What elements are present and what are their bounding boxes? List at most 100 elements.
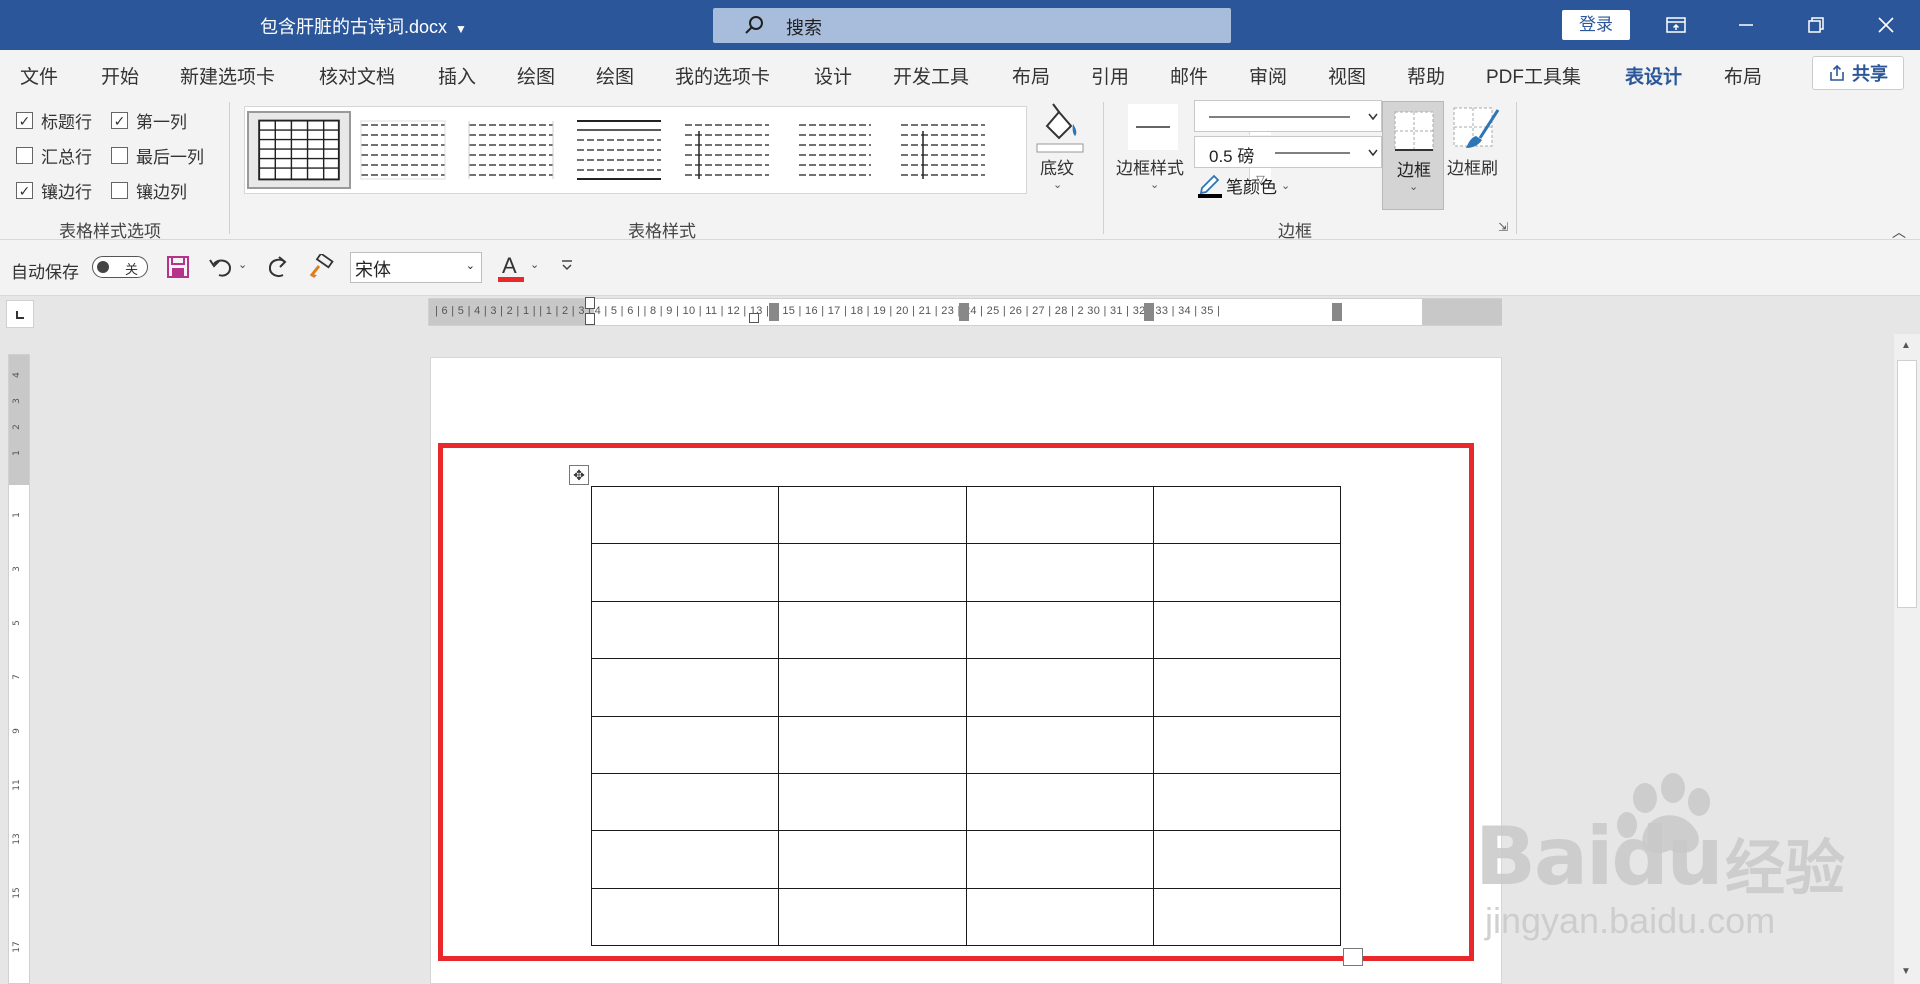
table-style-5[interactable] (677, 111, 777, 189)
tab-new-tab[interactable]: 新建选项卡 (180, 62, 275, 89)
table-cell[interactable] (590, 485, 780, 545)
line-weight-dropdown[interactable]: 0.5 磅 (1194, 136, 1382, 168)
table-cell[interactable] (590, 600, 780, 660)
login-button[interactable]: 登录 (1562, 10, 1630, 40)
table-cell[interactable] (1152, 830, 1342, 889)
tab-table-layout[interactable]: 布局 (1724, 62, 1762, 89)
line-style-dropdown[interactable] (1194, 100, 1382, 132)
table-cell[interactable] (965, 830, 1154, 889)
total-row-checkbox[interactable]: 汇总行 (16, 143, 92, 168)
table-cell[interactable] (1152, 600, 1342, 660)
table-cell[interactable] (590, 830, 780, 889)
tab-insert[interactable]: 插入 (438, 62, 476, 89)
chevron-down-icon[interactable]: ⌄ (238, 258, 247, 271)
table-cell[interactable] (778, 543, 967, 602)
table-style-grid-selected[interactable] (247, 111, 351, 189)
font-color-icon[interactable]: A (498, 252, 524, 289)
table-cell[interactable] (1152, 772, 1342, 832)
table-styles-gallery[interactable]: ▲ ▼ ▽ (244, 106, 1271, 194)
table-cell[interactable] (778, 485, 967, 545)
format-painter-icon[interactable] (308, 252, 334, 285)
table-cell[interactable] (590, 887, 780, 947)
horizontal-ruler[interactable]: | 6 | 5 | 4 | 3 | 2 | 1 | | 1 | 2 | 3 | … (428, 297, 1502, 326)
table-cell[interactable] (1152, 485, 1342, 545)
table-cell[interactable] (778, 772, 967, 832)
table-cell[interactable] (778, 600, 967, 660)
dialog-launcher-icon[interactable]: ⇲ (1498, 220, 1508, 234)
tab-selector-icon[interactable] (6, 300, 34, 328)
scroll-up-icon[interactable]: ▲ (1901, 340, 1911, 351)
redo-icon[interactable] (265, 254, 291, 285)
table-cell[interactable] (590, 658, 780, 717)
table-cell[interactable] (778, 830, 967, 889)
first-column-checkbox[interactable]: ✓ 第一列 (111, 108, 187, 133)
table-style-3[interactable] (461, 111, 561, 189)
header-row-checkbox[interactable]: ✓ 标题行 (16, 108, 92, 133)
vertical-ruler[interactable]: 4 3 2 1 1 3 5 7 9 11 13 15 17 (8, 354, 30, 984)
table-cell[interactable] (778, 887, 967, 947)
banded-columns-checkbox[interactable]: 镶边列 (111, 178, 187, 203)
ribbon-display-options-icon[interactable] (1648, 0, 1704, 50)
tab-layout[interactable]: 布局 (1012, 62, 1050, 89)
table-style-2[interactable] (353, 111, 453, 189)
last-column-checkbox[interactable]: 最后一列 (111, 143, 204, 168)
chevron-down-icon[interactable]: ⌄ (1150, 178, 1159, 191)
border-styles-label[interactable]: 边框样式 (1116, 154, 1184, 179)
tab-proofread[interactable]: 核对文档 (319, 62, 395, 89)
tab-table-design[interactable]: 表设计 (1625, 62, 1683, 97)
table-cell[interactable] (1152, 658, 1342, 717)
column-marker[interactable] (1332, 303, 1342, 321)
tab-view[interactable]: 视图 (1328, 62, 1366, 89)
minimize-icon[interactable] (1718, 0, 1774, 50)
table-cell[interactable] (965, 543, 1154, 602)
table-style-7[interactable] (893, 111, 993, 189)
autosave-toggle[interactable]: 关 (92, 256, 148, 278)
borders-button[interactable]: 边框 ⌄ (1382, 101, 1444, 210)
tab-draw-1[interactable]: 绘图 (517, 62, 555, 89)
right-indent-marker[interactable] (749, 313, 759, 323)
table-cell[interactable] (965, 600, 1154, 660)
tab-developer[interactable]: 开发工具 (893, 62, 969, 89)
table-cell[interactable] (965, 772, 1154, 832)
scroll-down-icon[interactable]: ▼ (1901, 966, 1911, 977)
save-icon[interactable] (166, 255, 190, 284)
tab-my-tab[interactable]: 我的选项卡 (675, 62, 770, 89)
shading-button[interactable] (1035, 100, 1085, 162)
table-cell[interactable] (778, 658, 967, 717)
border-styles-preview[interactable] (1128, 104, 1178, 150)
table-cell[interactable] (965, 887, 1154, 947)
collapse-ribbon-icon[interactable]: ︿ (1892, 222, 1906, 242)
table-cell[interactable] (590, 543, 780, 602)
column-marker[interactable] (1144, 303, 1154, 321)
close-icon[interactable] (1858, 0, 1914, 50)
table-style-6[interactable] (785, 111, 885, 189)
border-painter-label[interactable]: 边框刷 (1447, 154, 1498, 179)
first-line-indent-marker[interactable] (585, 297, 595, 309)
table-cell[interactable] (965, 658, 1154, 717)
document-title[interactable]: 包含肝脏的古诗词.docx ▼ (260, 13, 467, 39)
left-indent-marker[interactable] (585, 313, 595, 325)
scrollbar-thumb[interactable] (1897, 360, 1917, 608)
table-cell[interactable] (965, 715, 1154, 774)
column-marker[interactable] (769, 303, 779, 321)
font-name-dropdown[interactable]: 宋体 ⌄ (350, 252, 482, 283)
chevron-down-icon[interactable]: ⌄ (1053, 178, 1062, 191)
customize-toolbar-icon[interactable] (560, 258, 574, 277)
table-resize-handle[interactable] (1343, 948, 1363, 966)
table-cell[interactable] (1152, 543, 1342, 602)
tab-design[interactable]: 设计 (814, 62, 852, 89)
table-move-handle-icon[interactable]: ✥ (569, 465, 589, 485)
border-painter-button[interactable] (1450, 104, 1504, 152)
table-cell[interactable] (1152, 715, 1342, 774)
table-cell[interactable] (778, 715, 967, 774)
share-button[interactable]: 共享 (1812, 56, 1904, 90)
tab-review[interactable]: 审阅 (1249, 62, 1287, 89)
table-cell[interactable] (590, 772, 780, 832)
chevron-down-icon[interactable]: ⌄ (530, 258, 539, 271)
tab-help[interactable]: 帮助 (1407, 62, 1445, 89)
table-cell[interactable] (590, 715, 780, 774)
tab-file[interactable]: 文件 (20, 62, 58, 89)
pen-color-button[interactable]: 笔颜色 ⌄ (1198, 172, 1290, 198)
tab-mailings[interactable]: 邮件 (1170, 62, 1208, 89)
table-style-4[interactable] (569, 111, 669, 189)
